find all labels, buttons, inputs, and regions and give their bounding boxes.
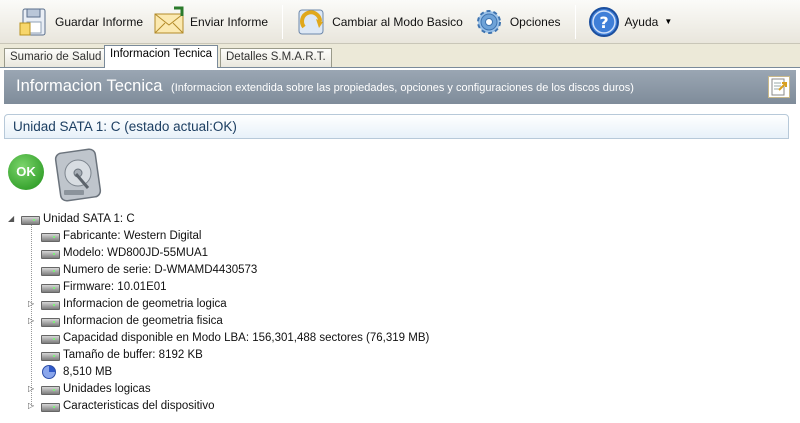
drive-icon	[41, 332, 60, 344]
tree-root[interactable]: ◢ Unidad SATA 1: C	[8, 210, 135, 227]
hard-disk-icon	[52, 148, 108, 204]
tab-health-summary[interactable]: Sumario de Salud	[4, 48, 108, 67]
gear-icon	[472, 5, 506, 39]
tree-item-label: Firmware: 10.01E01	[63, 280, 167, 293]
toolbar-separator	[282, 4, 284, 39]
tree-item-label: Informacion de geometria logica	[63, 297, 227, 310]
tree-item[interactable]: Tamaño de buffer: 8192 KB	[28, 346, 203, 363]
drive-icon	[41, 298, 60, 310]
pie-chart-icon	[42, 364, 56, 379]
tree-item[interactable]: Modelo: WD800JD-55MUA1	[28, 244, 208, 261]
tree-item-label: Caracteristicas del dispositivo	[63, 399, 215, 412]
tree-item-label: Modelo: WD800JD-55MUA1	[63, 246, 209, 259]
drive-icon	[41, 247, 60, 259]
save-report-button[interactable]: Guardar Informe	[14, 4, 149, 40]
envelope-icon	[152, 5, 186, 39]
send-report-label: Enviar Informe	[190, 14, 269, 29]
tab-technical-info[interactable]: Informacion Tecnica	[104, 45, 219, 68]
tree-item[interactable]: Numero de serie: D-WMAMD4430573	[28, 261, 257, 278]
expand-arrow-icon[interactable]: ▷	[28, 316, 37, 325]
page-header: Informacion Tecnica (Informacion extendi…	[4, 70, 796, 104]
toolbar: Guardar Informe Enviar Informe Cambiar a…	[0, 0, 800, 44]
expand-arrow-icon[interactable]: ▷	[28, 384, 37, 393]
tree-root-label: Unidad SATA 1: C	[43, 212, 135, 225]
tree-item-expandable[interactable]: ▷ Informacion de geometria logica	[28, 295, 227, 312]
collapse-arrow-icon[interactable]: ◢	[8, 214, 17, 223]
tree-item-label: Tamaño de buffer: 8192 KB	[63, 348, 203, 361]
help-icon: ?	[587, 5, 621, 39]
tree-item-label: Unidades logicas	[63, 382, 151, 395]
drive-section-title: Unidad SATA 1: C (estado actual:OK)	[13, 119, 237, 134]
svg-text:?: ?	[599, 13, 608, 32]
tree-item-label: 8,510 MB	[63, 365, 113, 378]
export-icon	[771, 78, 787, 96]
help-menu-button[interactable]: ? Ayuda ▼	[584, 4, 679, 40]
page-title: Informacion Tecnica (Informacion extendi…	[16, 77, 634, 96]
expand-arrow-icon[interactable]: ▷	[28, 299, 37, 308]
tree-item-label: Numero de serie: D-WMAMD4430573	[63, 263, 258, 276]
options-label: Opciones	[509, 14, 561, 29]
tree-item-expandable[interactable]: ▷ Informacion de geometria fisica	[28, 312, 223, 329]
options-button[interactable]: Opciones	[469, 4, 567, 40]
tree-item-label: Fabricante: Western Digital	[63, 229, 202, 242]
drive-icon	[41, 264, 60, 276]
drive-icon	[41, 315, 60, 327]
drive-icon	[41, 400, 60, 412]
expand-arrow-icon[interactable]: ▷	[28, 401, 37, 410]
toolbar-separator	[574, 4, 576, 39]
tab-smart-details[interactable]: Detalles S.M.A.R.T.	[220, 48, 332, 67]
help-label: Ayuda	[624, 14, 659, 29]
tree-item-expandable[interactable]: ▷ Caracteristicas del dispositivo	[28, 397, 214, 414]
tree-item-label: Informacion de geometria fisica	[63, 314, 223, 327]
drive-icon	[41, 349, 60, 361]
tree-item[interactable]: Fabricante: Western Digital	[28, 227, 201, 244]
page-subtitle: (Informacion extendida sobre las propied…	[171, 82, 634, 94]
tree-item-label: Capacidad disponible en Modo LBA: 156,30…	[63, 331, 430, 344]
switch-mode-icon	[294, 5, 328, 39]
basic-mode-button[interactable]: Cambiar al Modo Basico	[291, 4, 469, 40]
export-button[interactable]	[768, 76, 790, 98]
tree-item[interactable]: Firmware: 10.01E01	[28, 278, 167, 295]
save-report-label: Guardar Informe	[55, 14, 144, 29]
save-disk-icon	[17, 5, 51, 39]
drive-icon	[41, 230, 60, 242]
chevron-down-icon: ▼	[664, 17, 673, 26]
page-title-text: Informacion Tecnica	[16, 77, 163, 95]
drive-icon	[41, 383, 60, 395]
tab-strip: Sumario de Salud Informacion Tecnica Det…	[0, 44, 800, 68]
tree-item[interactable]: 8,510 MB	[28, 363, 112, 380]
send-report-button[interactable]: Enviar Informe	[149, 4, 274, 40]
basic-mode-label: Cambiar al Modo Basico	[332, 14, 463, 29]
tree-item-expandable[interactable]: ▷ Unidades logicas	[28, 380, 151, 397]
content-panel: Informacion Tecnica (Informacion extendi…	[0, 67, 800, 423]
drive-icon	[21, 213, 40, 225]
tree-item[interactable]: Capacidad disponible en Modo LBA: 156,30…	[28, 329, 429, 346]
status-badge: OK	[8, 154, 44, 190]
drive-icon	[41, 281, 60, 293]
drive-section-header: Unidad SATA 1: C (estado actual:OK)	[4, 114, 789, 139]
